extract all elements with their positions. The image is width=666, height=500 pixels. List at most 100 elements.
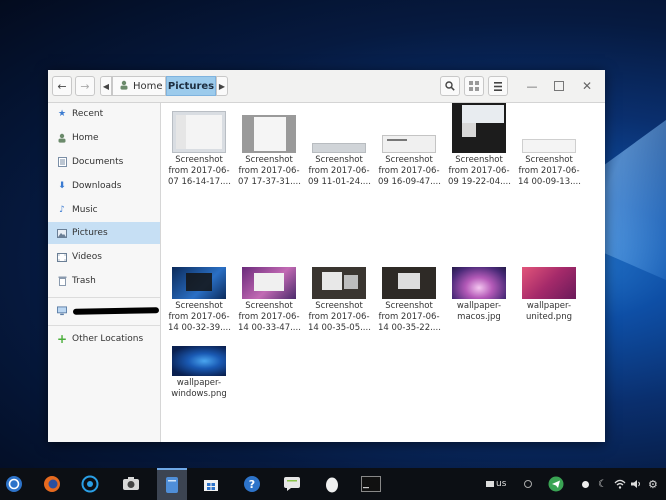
file-item[interactable]: Screenshot from 2017-06- 07 16-14-17....	[168, 107, 231, 188]
breadcrumb-home[interactable]: Home	[112, 76, 166, 96]
file-name: Screenshot from 2017-06- 07 17-37-31....	[238, 155, 301, 187]
sidebar-item-label: Documents	[72, 157, 124, 167]
speaker-icon	[631, 480, 640, 488]
store-icon	[204, 480, 218, 491]
menu-button[interactable]	[488, 76, 508, 96]
tray-network[interactable]	[614, 468, 626, 500]
help-icon: ?	[244, 476, 260, 492]
maximize-button[interactable]	[552, 79, 566, 93]
back-button[interactable]: ←	[52, 76, 72, 96]
tray-night-mode[interactable]: ☾	[598, 468, 607, 500]
file-thumbnail	[242, 115, 296, 153]
sidebar-item-music[interactable]: ♪ Music	[48, 199, 160, 221]
breadcrumb-label: Pictures	[167, 80, 215, 92]
taskbar-deepin-launcher[interactable]	[78, 472, 102, 496]
hamburger-menu-icon	[494, 81, 502, 91]
file-item[interactable]: Screenshot from 2017-06- 09 19-22-04....	[448, 103, 511, 188]
file-item[interactable]: Screenshot from 2017-06- 09 16-09-47....	[378, 107, 441, 188]
file-name: Screenshot from 2017-06- 14 00-35-05....	[308, 301, 371, 333]
sidebar-item-videos[interactable]: Videos	[48, 246, 160, 268]
keyboard-icon	[486, 481, 494, 487]
taskbar-chat[interactable]	[280, 472, 304, 496]
file-item[interactable]: Screenshot from 2017-06- 14 00-33-47....	[238, 267, 301, 334]
sidebar: ★ Recent Home Documents ⬇ Downloads ♪ Mu…	[48, 103, 161, 442]
view-toggle-button[interactable]	[464, 76, 484, 96]
sidebar-separator	[48, 297, 160, 298]
taskbar-store[interactable]	[199, 472, 223, 496]
sidebar-item-label: Downloads	[72, 181, 122, 191]
sidebar-item-downloads[interactable]: ⬇ Downloads	[48, 175, 160, 197]
file-thumbnail	[522, 267, 576, 299]
arrow-right-icon: →	[80, 79, 90, 93]
circle-icon	[524, 480, 532, 488]
file-name: wallpaper-macos.jpg	[456, 301, 502, 322]
file-item[interactable]: Screenshot from 2017-06- 14 00-35-05....	[308, 267, 371, 334]
keyboard-layout-indicator[interactable]: us	[486, 468, 506, 500]
file-thumbnail	[172, 111, 226, 153]
header-bar: ← → ◀ Home Pictures ▶ — ✕	[48, 70, 605, 103]
egg-icon	[326, 477, 338, 493]
breadcrumb-pictures[interactable]: Pictures	[166, 76, 216, 96]
redacted-device-name	[72, 307, 160, 315]
file-thumbnail	[522, 139, 576, 153]
taskbar-camera[interactable]	[119, 472, 143, 496]
breadcrumb-scroll-left[interactable]: ◀	[100, 76, 112, 96]
music-icon: ♪	[59, 205, 65, 215]
taskbar-firefox[interactable]	[40, 472, 64, 496]
maximize-icon	[554, 81, 564, 91]
close-button[interactable]: ✕	[580, 79, 594, 93]
sidebar-item-label: Other Locations	[72, 334, 144, 344]
sidebar-item-home[interactable]: Home	[48, 127, 160, 149]
sidebar-item-label: Recent	[72, 109, 104, 119]
forward-button[interactable]: →	[75, 76, 95, 96]
sidebar-item-device[interactable]	[48, 300, 160, 322]
file-item[interactable]: wallpaper-windows.png	[168, 346, 230, 400]
file-item[interactable]: Screenshot from 2017-06- 07 17-37-31....	[238, 107, 301, 188]
sidebar-item-recent[interactable]: ★ Recent	[48, 103, 160, 125]
video-icon	[57, 252, 67, 262]
grid-view-icon	[469, 81, 479, 91]
sidebar-item-other-locations[interactable]: + Other Locations	[48, 328, 160, 350]
sidebar-item-label: Music	[72, 205, 98, 215]
taskbar-help[interactable]: ?	[240, 472, 264, 496]
file-thumbnail	[452, 267, 506, 299]
file-name: Screenshot from 2017-06- 09 19-22-04....	[448, 155, 511, 187]
document-icon	[57, 157, 67, 167]
file-item[interactable]: wallpaper-united.png	[518, 267, 580, 323]
home-icon	[119, 80, 129, 93]
taskbar-terminal[interactable]	[359, 472, 383, 496]
file-item[interactable]: Screenshot from 2017-06- 14 00-32-39....	[168, 267, 231, 334]
file-thumbnail	[172, 267, 226, 299]
chevron-right-icon: ▶	[218, 81, 226, 91]
tray-volume[interactable]	[630, 468, 642, 500]
tray-power-indicator[interactable]	[582, 468, 589, 500]
minimize-icon: —	[526, 79, 538, 93]
search-button[interactable]	[440, 76, 460, 96]
breadcrumb-scroll-right[interactable]: ▶	[216, 76, 228, 96]
file-item[interactable]: Screenshot from 2017-06- 14 00-35-22....	[378, 267, 441, 334]
file-manager-icon	[166, 477, 178, 493]
app-launcher-button[interactable]	[2, 472, 26, 496]
terminal-icon	[361, 476, 381, 492]
taskbar-egg-app[interactable]	[320, 472, 344, 496]
tray-circle-indicator[interactable]	[524, 468, 532, 500]
tray-settings[interactable]: ⚙	[648, 468, 658, 500]
sidebar-separator	[48, 325, 160, 326]
camera-icon	[123, 477, 139, 490]
file-item[interactable]: Screenshot from 2017-06- 09 11-01-24....	[308, 107, 371, 188]
tray-telegram[interactable]	[548, 468, 564, 500]
moon-icon: ☾	[598, 478, 607, 490]
file-name: Screenshot from 2017-06- 09 16-09-47....	[378, 155, 441, 187]
download-icon: ⬇	[58, 181, 66, 191]
file-thumbnail	[382, 135, 436, 153]
minimize-button[interactable]: —	[525, 79, 539, 93]
file-item[interactable]: Screenshot from 2017-06- 14 00-09-13....	[518, 107, 581, 188]
gear-icon: ⚙	[648, 477, 658, 491]
sidebar-item-trash[interactable]: Trash	[48, 270, 160, 292]
file-name: Screenshot from 2017-06- 14 00-33-47....	[238, 301, 301, 333]
file-manager-window: ← → ◀ Home Pictures ▶ — ✕ ★ Recent Home …	[48, 70, 605, 442]
file-item[interactable]: wallpaper-macos.jpg	[448, 267, 510, 323]
sidebar-item-pictures[interactable]: Pictures	[48, 222, 160, 244]
sidebar-item-documents[interactable]: Documents	[48, 151, 160, 173]
taskbar-file-manager[interactable]	[157, 468, 187, 500]
